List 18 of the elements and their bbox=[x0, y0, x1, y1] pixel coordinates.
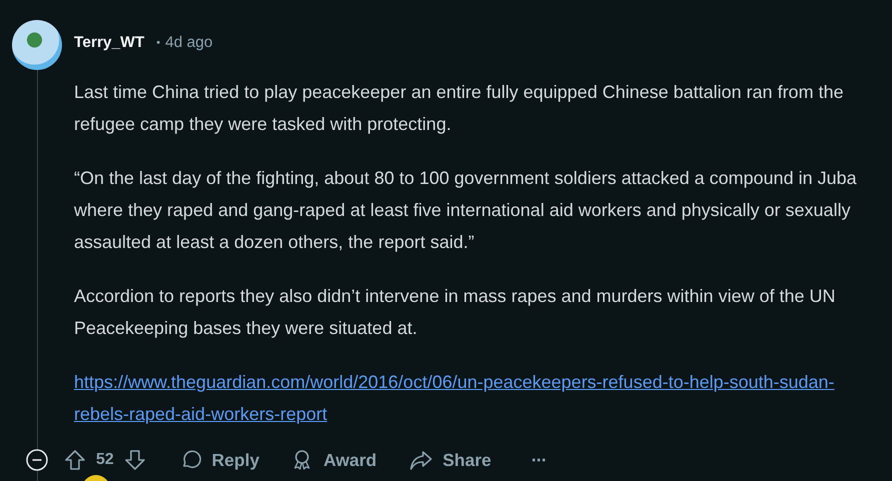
comment-paragraph: “On the last day of the fighting, about 80 to 100 government soldiers attacked a compound in Juba where they raped and gang-raped at least five international aid workers and physically or sexually assaulted at least a dozen others, the report said.” bbox=[74, 167, 858, 254]
share-arrow-icon bbox=[408, 449, 433, 471]
separator-dot: • bbox=[156, 37, 160, 49]
down-arrow-icon bbox=[124, 449, 146, 471]
reply-button[interactable]: Reply bbox=[180, 449, 260, 471]
comment-paragraph: Accordion to reports they also didn’t intervene in mass rapes and murders within view of the UN Peacekeeping bases they were situated at. bbox=[74, 285, 836, 340]
article-link[interactable]: https://www.theguardian.com/world/2016/oct/06/un-peacekeepers-refused-to-help-south-sudan-rebels-raped-aid-workers-report bbox=[74, 366, 874, 430]
vote-count: 52 bbox=[96, 451, 114, 469]
award-button[interactable]: Award bbox=[291, 449, 377, 471]
author-name[interactable]: Terry_WT bbox=[74, 34, 144, 52]
share-button[interactable]: Share bbox=[408, 449, 492, 471]
avatar-image[interactable] bbox=[12, 20, 62, 70]
up-arrow-icon bbox=[64, 449, 86, 471]
timestamp: 4d ago bbox=[165, 34, 213, 52]
collapse-button[interactable] bbox=[24, 449, 50, 471]
minus-circle-icon bbox=[26, 449, 48, 471]
comment-paragraph: Last time China tried to play peacekeeper an entire fully equipped Chinese battalion ran from the refugee camp they were tasked with protecting. bbox=[74, 81, 844, 136]
more-options-button[interactable]: ··· bbox=[531, 450, 546, 470]
